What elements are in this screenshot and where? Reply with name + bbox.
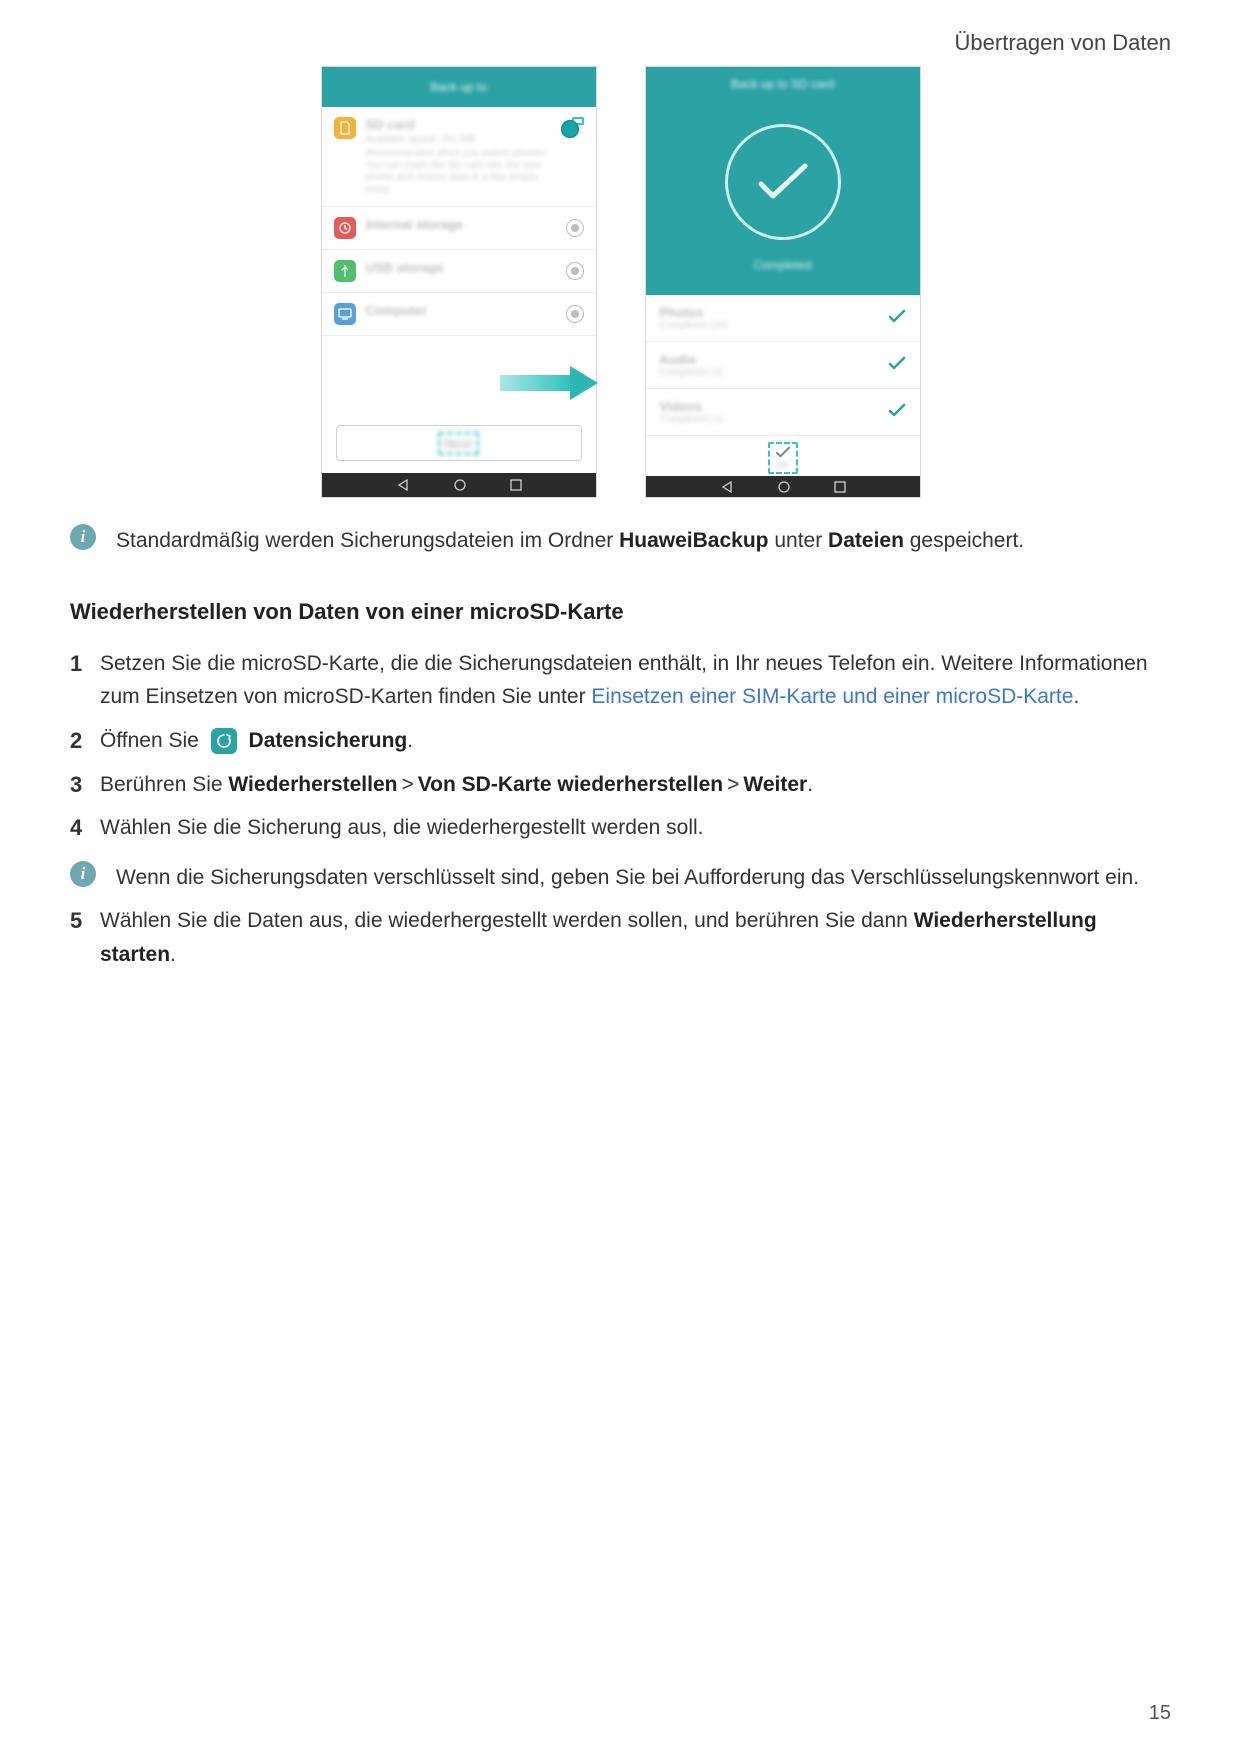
option-sd-card[interactable]: SD card Available space: 441 MB Recommen… [322,107,596,207]
step-4: 4 Wählen Sie die Sicherung aus, die wied… [70,811,1171,845]
internal-storage-icon [334,217,356,239]
check-icon[interactable] [774,446,792,458]
row-photos: PhotosCompleted (24) [646,295,920,342]
arrow-icon [500,366,598,400]
step-2: 2 Öffnen Sie Datensicherung. [70,724,1171,758]
option-usb[interactable]: USB storage [322,250,596,293]
chapter-title: Übertragen von Daten [955,30,1171,56]
completed-hero: Completed [646,102,920,296]
step-1: 1 Setzen Sie die microSD-Karte, die die … [70,647,1171,714]
row-audio: AudioCompleted (2) [646,342,920,389]
info-icon: i [70,861,96,887]
section-heading: Wiederherstellen von Daten von einer mic… [70,594,1171,629]
computer-icon [334,303,356,325]
radio-usb[interactable] [566,262,584,280]
phone2-title: Back up to SD card [646,67,920,102]
home-nav-icon[interactable] [453,478,467,492]
radio-internal[interactable] [566,219,584,237]
link-sim-sd[interactable]: Einsetzen einer SIM-Karte und einer micr… [591,685,1073,708]
datensicherung-app-icon [211,728,237,754]
usb-icon [334,260,356,282]
check-icon [888,356,906,375]
phone1-title: Back up to [322,67,596,107]
ok-highlight: OK [768,442,798,474]
sd-card-icon [334,117,356,139]
recent-nav-icon[interactable] [509,478,523,492]
next-button[interactable]: Next [336,425,582,461]
android-navbar [646,476,920,497]
check-icon [888,403,906,422]
toggle-highlight [572,117,584,125]
row-videos: VideosCompleted (1) [646,389,920,436]
step-3: 3 Berühren Sie Wiederherstellen>Von SD-K… [70,768,1171,802]
recent-nav-icon[interactable] [833,480,847,494]
option-computer[interactable]: Computer [322,293,596,336]
check-circle-icon [725,124,841,240]
android-navbar [322,473,596,497]
page-number: 15 [1149,1702,1171,1725]
screenshot-pair: Back up to SD card Available space: 441 … [70,66,1171,498]
phone-backup-options: Back up to SD card Available space: 441 … [321,66,597,498]
info-note-2: i Wenn die Sicherungsdaten verschlüsselt… [70,861,1171,895]
info-note-1: i Standardmäßig werden Sicherungsdateien… [70,524,1171,558]
option-internal[interactable]: Internal storage [322,207,596,250]
back-nav-icon[interactable] [395,478,411,492]
radio-computer[interactable] [566,305,584,323]
info-icon: i [70,524,96,550]
check-icon [888,309,906,328]
home-nav-icon[interactable] [777,480,791,494]
back-nav-icon[interactable] [719,480,735,494]
step-5: 5 Wählen Sie die Daten aus, die wiederhe… [70,904,1171,971]
phone-backup-complete: Back up to SD card Completed PhotosCompl… [645,66,921,498]
